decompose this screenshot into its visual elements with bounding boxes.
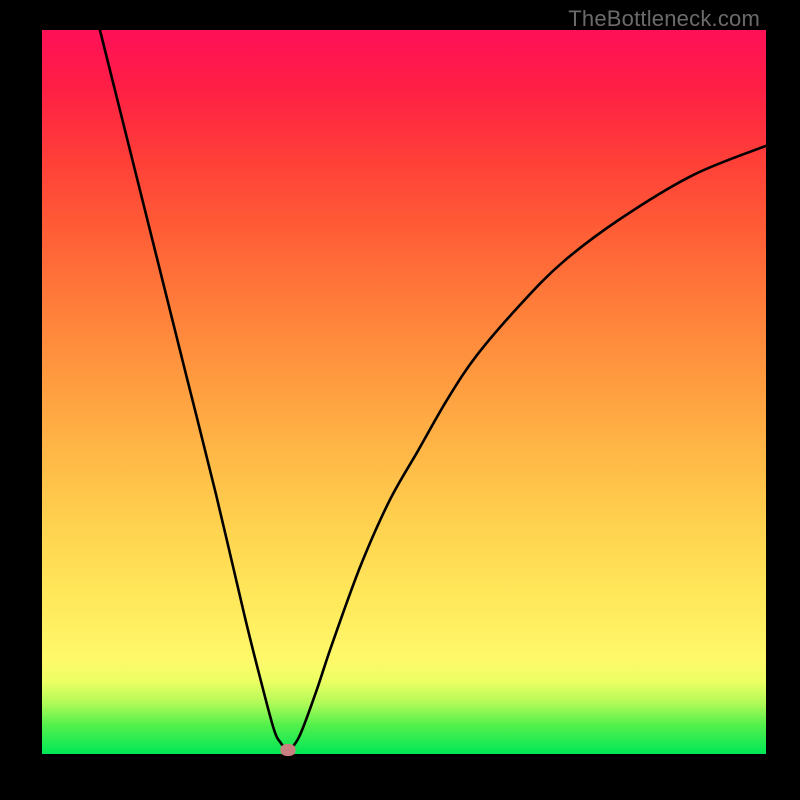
curve-svg — [42, 30, 766, 754]
plot-area — [42, 30, 766, 754]
bottleneck-curve — [100, 30, 766, 750]
minimum-marker — [281, 744, 296, 756]
watermark-text: TheBottleneck.com — [568, 6, 760, 32]
chart-frame: TheBottleneck.com — [0, 0, 800, 800]
